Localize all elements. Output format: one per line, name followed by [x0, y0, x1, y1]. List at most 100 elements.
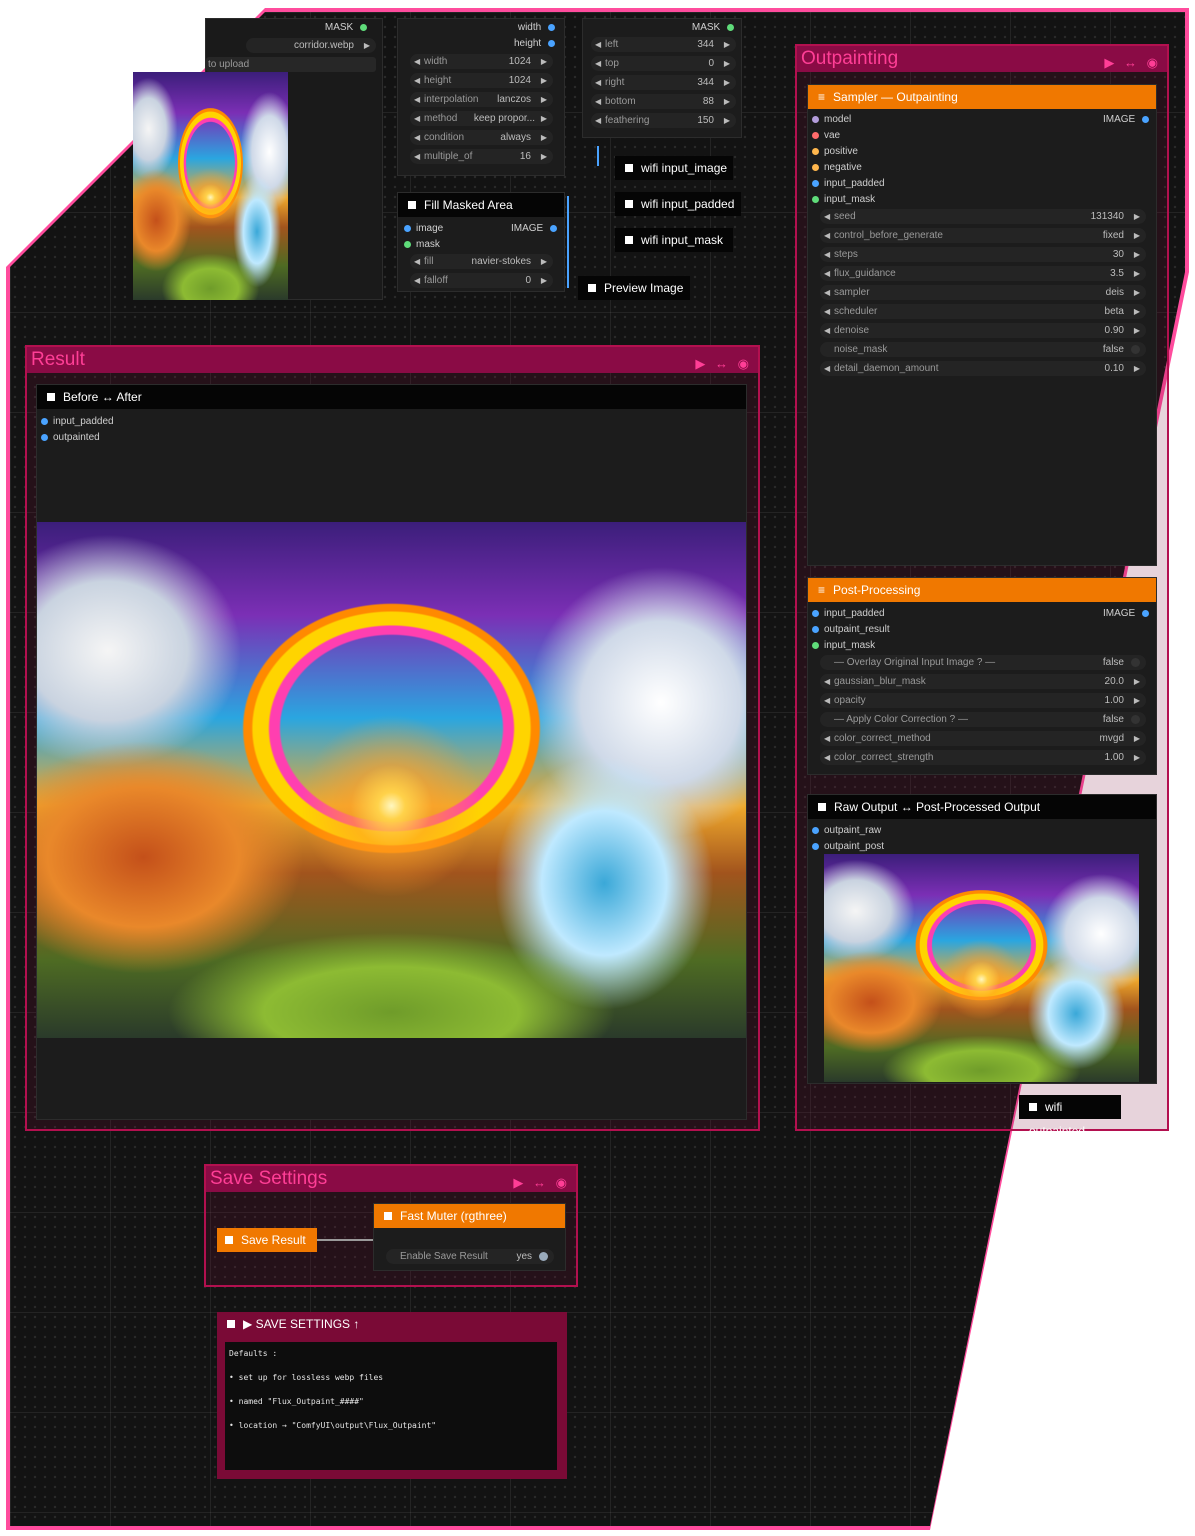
- fill-widget[interactable]: ◀ fill navier-stokes ▶: [410, 254, 553, 269]
- flux-guidance-widget[interactable]: ◀ flux_guidance 3.5 ▶: [820, 266, 1146, 281]
- image-output[interactable]: IMAGE: [511, 222, 562, 236]
- noise-mask-toggle[interactable]: noise_mask false: [820, 342, 1146, 357]
- widget-value: lanczos: [497, 94, 531, 105]
- group-title[interactable]: Result ▶ ↔ ◉: [27, 347, 758, 373]
- height-output[interactable]: height: [514, 37, 560, 51]
- group-controls-icon[interactable]: ▶ ↔ ◉: [695, 351, 752, 377]
- detail-daemon-amount-widget[interactable]: ◀ detail_daemon_amount 0.10 ▶: [820, 361, 1146, 376]
- image-output[interactable]: IMAGE: [1103, 607, 1154, 621]
- scheduler-widget[interactable]: ◀ scheduler beta ▶: [820, 304, 1146, 319]
- gaussian-blur-mask-widget[interactable]: ◀ gaussian_blur_mask 20.0 ▶: [820, 674, 1146, 689]
- steps-widget[interactable]: ◀ steps 30 ▶: [820, 247, 1146, 262]
- positive-input[interactable]: positive: [812, 145, 858, 159]
- wifi-input-mask-node[interactable]: wifi input_mask: [615, 228, 733, 252]
- group-title[interactable]: Outpainting ▶ ↔ ◉: [797, 46, 1167, 72]
- notes-line: • location → "ComfyUI\output\Flux_Outpai…: [229, 1421, 437, 1430]
- widget-value: always: [500, 132, 531, 143]
- widget-value: 150: [697, 115, 714, 126]
- vae-input[interactable]: vae: [812, 129, 840, 143]
- mask-input[interactable]: mask: [404, 238, 440, 252]
- input-padded-input[interactable]: input_padded: [812, 177, 885, 191]
- outpaint-post-input[interactable]: outpaint_post: [812, 840, 884, 854]
- outpaint-result-input[interactable]: outpaint_result: [812, 623, 890, 637]
- input-label: vae: [824, 130, 841, 141]
- top-widget[interactable]: ◀ top 0 ▶: [591, 56, 736, 71]
- input-padded-input[interactable]: input_padded: [812, 607, 885, 621]
- multiple-of-widget[interactable]: ◀ multiple_of 16 ▶: [410, 149, 553, 164]
- input-mask-input[interactable]: input_mask: [812, 639, 875, 653]
- outpaint-raw-input[interactable]: outpaint_raw: [812, 824, 881, 838]
- pad-image-node[interactable]: MASK ◀ left 344 ▶ ◀ top 0 ▶ ◀ right 344 ▶ ◀ bottom…: [582, 18, 742, 138]
- group-controls-icon[interactable]: ▶ ↔ ◉: [1104, 50, 1161, 76]
- wifi-input-image-node[interactable]: wifi input_image: [615, 156, 733, 180]
- group-controls-icon[interactable]: ▶ ↔ ◉: [513, 1170, 570, 1196]
- widget-label: sampler: [834, 287, 870, 298]
- input-mask-input[interactable]: input_mask: [812, 193, 875, 207]
- node-square-icon: [408, 201, 416, 209]
- control-before-generate-widget[interactable]: ◀ control_before_generate fixed ▶: [820, 228, 1146, 243]
- widget-label: flux_guidance: [834, 268, 896, 279]
- resize-node[interactable]: width height ◀ width 1024 ▶ ◀ height 1024 ▶ ◀ i…: [397, 18, 565, 176]
- wifi-label: wifi outpainted: [1029, 1100, 1086, 1138]
- denoise-widget[interactable]: ◀ denoise 0.90 ▶: [820, 323, 1146, 338]
- preview-image-node[interactable]: Preview Image: [578, 276, 690, 300]
- left-widget[interactable]: ◀ left 344 ▶: [591, 37, 736, 52]
- input-padded-input[interactable]: input_padded: [41, 415, 114, 429]
- falloff-widget[interactable]: ◀ falloff 0 ▶: [410, 273, 553, 288]
- color-correct-method-widget[interactable]: ◀ color_correct_method mvgd ▶: [820, 731, 1146, 746]
- condition-widget[interactable]: ◀ condition always ▶: [410, 130, 553, 145]
- wifi-input-padded-node[interactable]: wifi input_padded: [615, 192, 741, 216]
- fill-masked-area-node[interactable]: Fill Masked Area image IMAGE mask ◀ fill n…: [397, 192, 565, 292]
- seed-widget[interactable]: ◀ seed 131340 ▶: [820, 209, 1146, 224]
- sampler-widget[interactable]: ◀ sampler deis ▶: [820, 285, 1146, 300]
- widget-value: 0: [708, 58, 714, 69]
- overlay-original-toggle[interactable]: — Overlay Original Input Image ? — false: [820, 655, 1146, 670]
- opacity-widget[interactable]: ◀ opacity 1.00 ▶: [820, 693, 1146, 708]
- negative-input[interactable]: negative: [812, 161, 862, 175]
- arrow-right-icon: ▶: [1133, 269, 1140, 278]
- width-output[interactable]: width: [518, 21, 560, 35]
- arrow-left-icon: ◀: [414, 133, 421, 142]
- widget-label: detail_daemon_amount: [834, 363, 939, 374]
- color-correct-strength-widget[interactable]: ◀ color_correct_strength 1.00 ▶: [820, 750, 1146, 765]
- width-widget[interactable]: ◀ width 1024 ▶: [410, 54, 553, 69]
- feathering-widget[interactable]: ◀ feathering 150 ▶: [591, 113, 736, 128]
- raw-compare-title: Raw Output ↔ Post-Processed Output: [834, 800, 1041, 814]
- bottom-widget[interactable]: ◀ bottom 88 ▶: [591, 94, 736, 109]
- outpainted-input[interactable]: outpainted: [41, 431, 100, 445]
- widget-label: color_correct_strength: [834, 752, 934, 763]
- sampler-title: Sampler — Outpainting: [833, 90, 958, 104]
- apply-color-correction-toggle[interactable]: — Apply Color Correction ? — false: [820, 712, 1146, 727]
- mask-output[interactable]: MASK: [692, 21, 739, 35]
- post-processing-node[interactable]: ≡ Post-Processing input_padded outpaint_r…: [807, 577, 1157, 775]
- mask-output[interactable]: MASK: [325, 21, 372, 35]
- save-result-node[interactable]: Save Result: [217, 1228, 317, 1252]
- image-input[interactable]: image: [404, 222, 443, 236]
- right-widget[interactable]: ◀ right 344 ▶: [591, 75, 736, 90]
- image-output[interactable]: IMAGE: [1103, 113, 1154, 127]
- interpolation-widget[interactable]: ◀ interpolation lanczos ▶: [410, 92, 553, 107]
- wifi-outpainted-node[interactable]: wifi outpainted: [1019, 1095, 1121, 1138]
- widget-value: fixed: [1102, 230, 1124, 241]
- sampler-node[interactable]: ≡ Sampler — Outpainting model vae positiv…: [807, 84, 1157, 566]
- arrow-right-icon: ▶: [1133, 212, 1140, 221]
- group-title[interactable]: Save Settings ▶ ↔ ◉: [206, 1166, 576, 1192]
- widget-value: 1.00: [1104, 752, 1124, 763]
- widget-label: feathering: [605, 115, 650, 126]
- widget-label: height: [424, 75, 452, 86]
- node-title: ≡ Post-Processing: [808, 578, 1156, 602]
- fast-muter-node[interactable]: Fast Muter (rgthree) Enable Save Result y…: [373, 1203, 566, 1271]
- notes-node[interactable]: ▶ SAVE SETTINGS ↑ Defaults : • set up fo…: [217, 1312, 567, 1479]
- notes-line: • set up for lossless webp files: [229, 1373, 384, 1382]
- enable-save-result-toggle[interactable]: Enable Save Result yes: [386, 1249, 554, 1264]
- image-select[interactable]: corridor.webp ▶: [246, 38, 376, 53]
- method-widget[interactable]: ◀ method keep propor... ▶: [410, 111, 553, 126]
- result-image[interactable]: [37, 522, 746, 1038]
- upload-button[interactable]: to upload: [206, 57, 376, 72]
- model-input[interactable]: model: [812, 113, 851, 127]
- arrow-right-icon: ▶: [1133, 231, 1140, 240]
- notes-textarea[interactable]: Defaults : • set up for lossless webp fi…: [225, 1342, 557, 1470]
- height-widget[interactable]: ◀ height 1024 ▶: [410, 73, 553, 88]
- input-label: model: [824, 114, 852, 125]
- outpainted-preview-image[interactable]: [824, 854, 1139, 1082]
